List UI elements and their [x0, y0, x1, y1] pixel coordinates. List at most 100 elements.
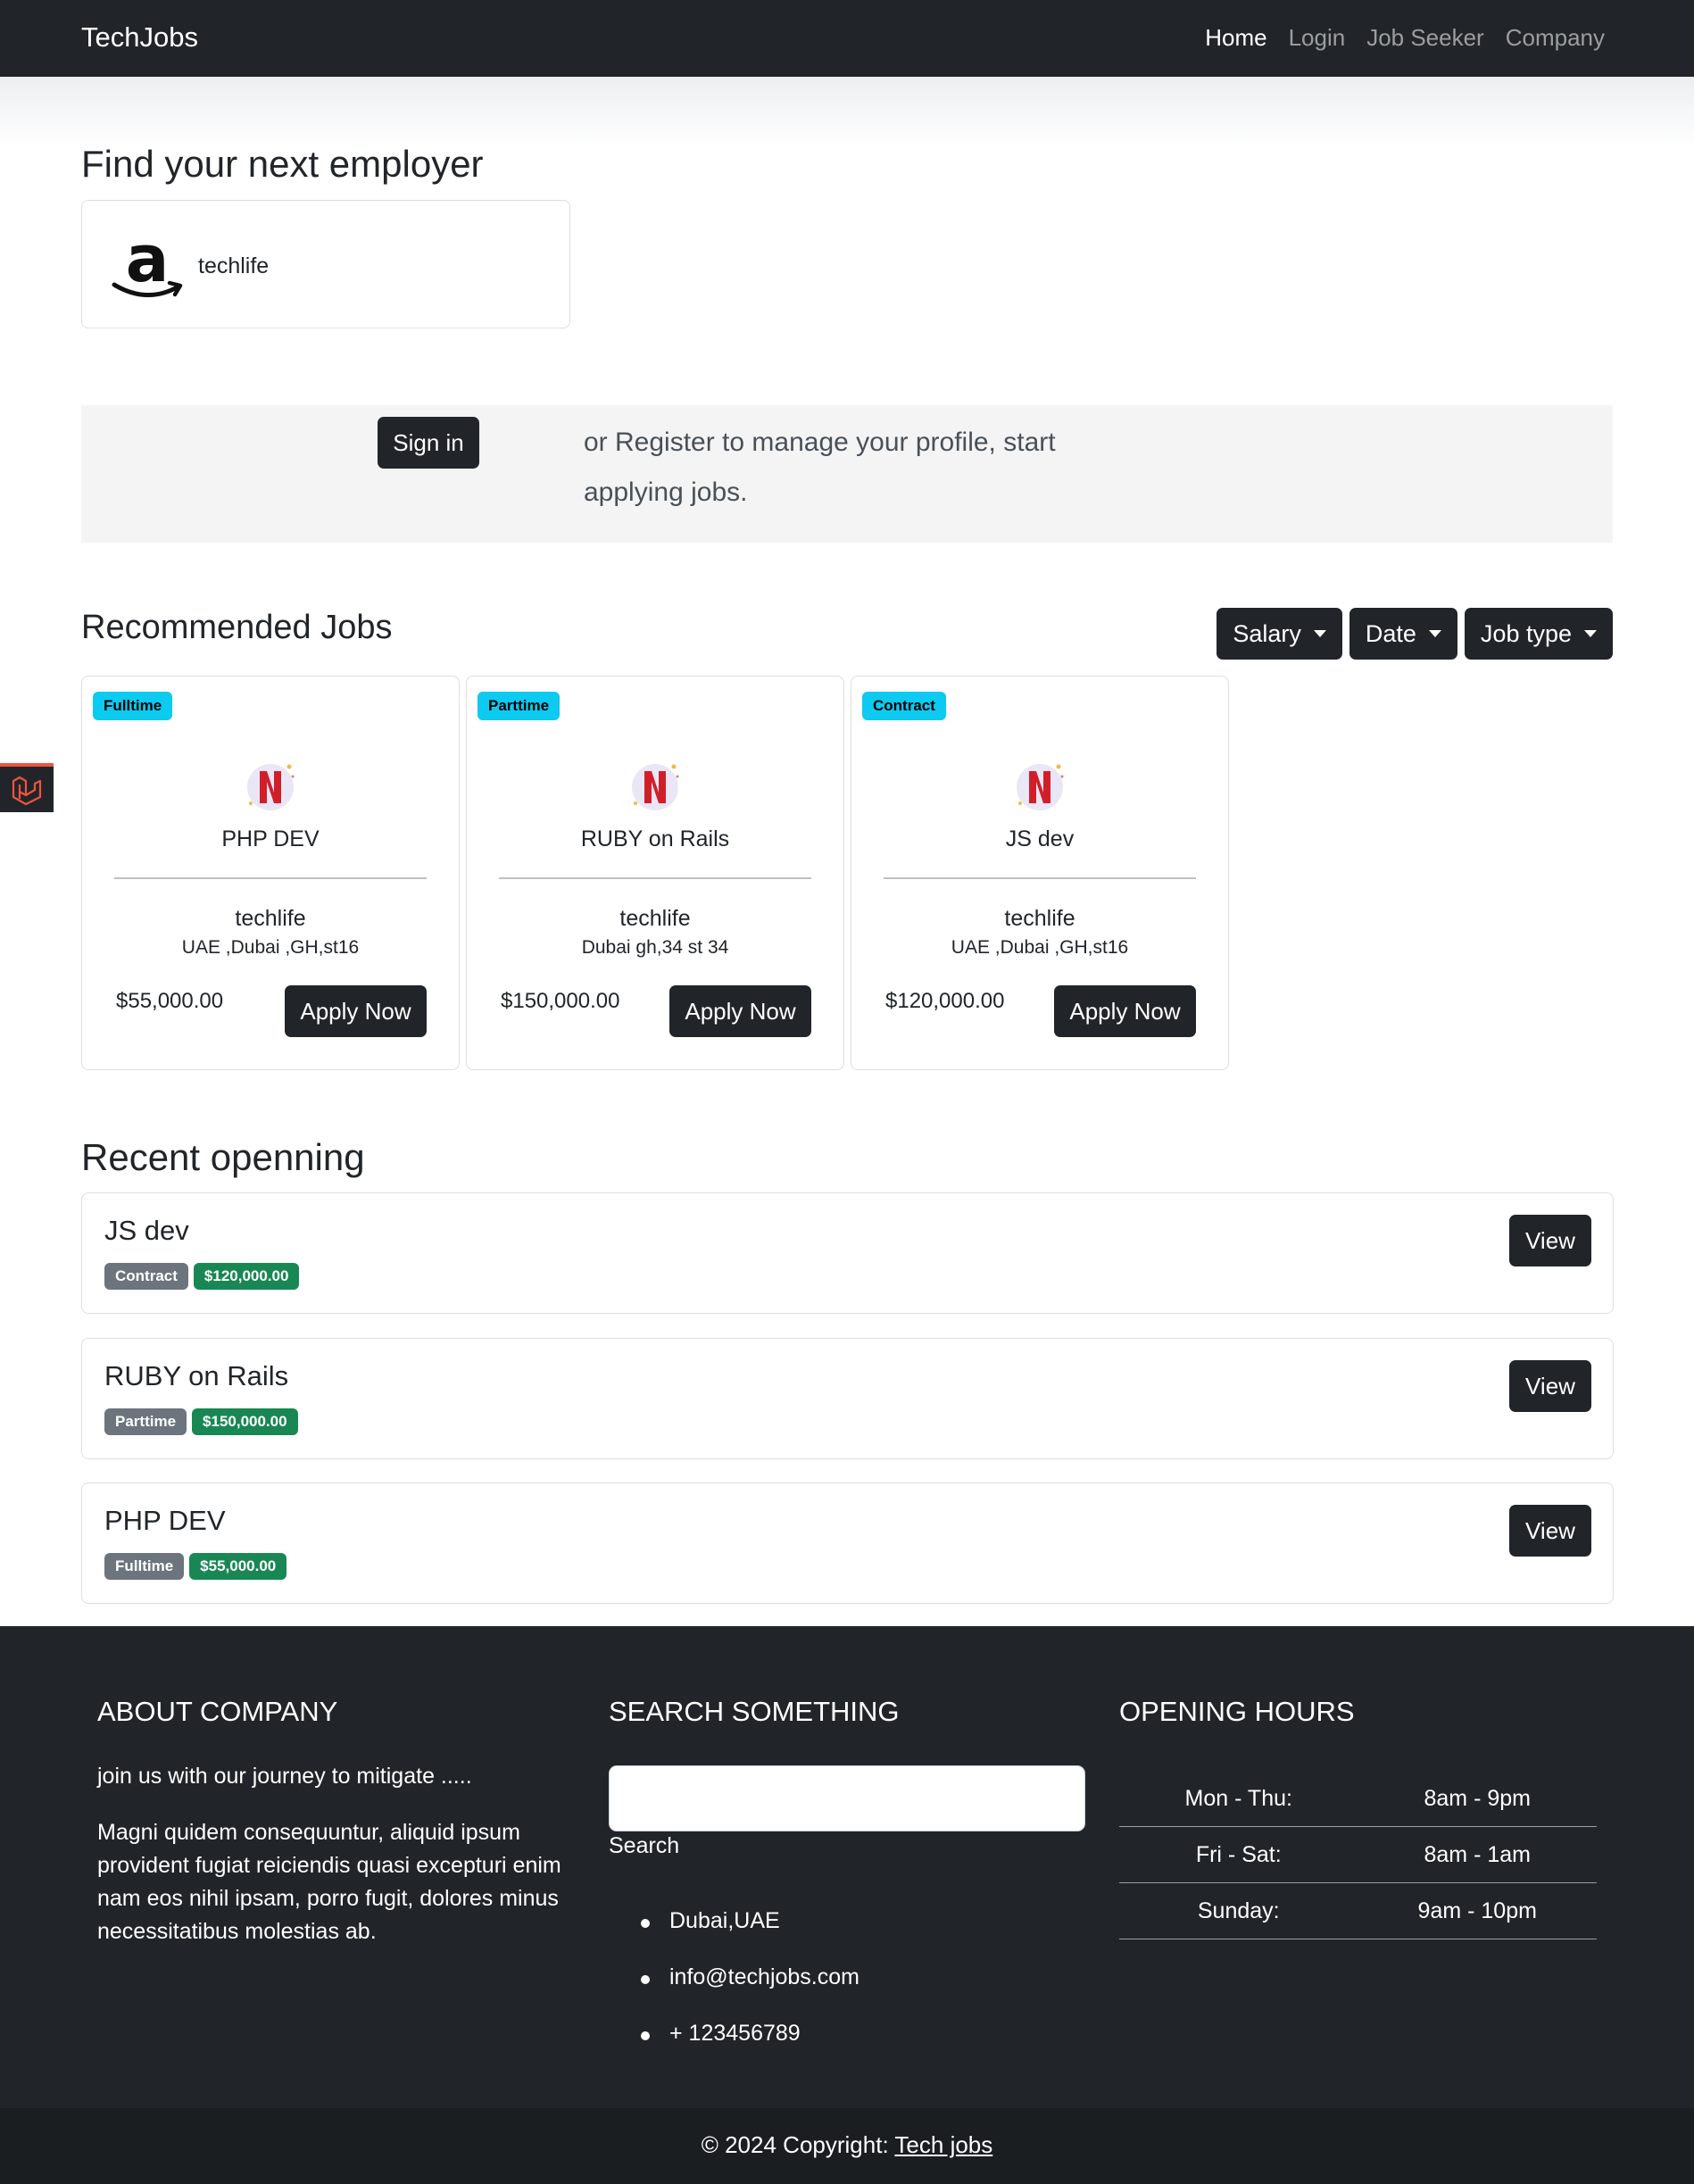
hours-row: Fri - Sat: 8am - 1am — [1119, 1827, 1597, 1883]
caret-down-icon — [1584, 630, 1597, 637]
job-card: Fulltime PHP DEV techlife UAE ,Dubai ,GH… — [81, 676, 460, 1070]
sign-in-button[interactable]: Sign in — [378, 417, 479, 469]
employer-card[interactable]: a techlife — [81, 200, 570, 328]
job-card: Contract JS dev techlife UAE ,Dubai ,GH,… — [851, 676, 1229, 1070]
view-button[interactable]: View — [1509, 1215, 1591, 1266]
hours-row: Sunday: 9am - 10pm — [1119, 1883, 1597, 1939]
job-type-badge: Contract — [862, 692, 946, 720]
job-salary: $120,000.00 — [885, 989, 1005, 1013]
job-card: Parttime RUBY on Rails techlife Dubai gh… — [466, 676, 844, 1070]
about-heading: ABOUT COMPANY — [97, 1696, 338, 1727]
apply-now-button[interactable]: Apply Now — [669, 985, 811, 1037]
contact-phone: + 123456789 — [641, 2021, 859, 2077]
hours-time: 9am - 10pm — [1417, 1898, 1537, 1923]
navbar: TechJobs Home Login Job Seeker Company — [0, 0, 1694, 77]
job-type-badge: Contract — [104, 1263, 188, 1290]
about-tagline: join us with our journey to mitigate ...… — [97, 1764, 472, 1789]
divider — [884, 877, 1196, 879]
opening-hours-table: Mon - Thu: 8am - 9pm Fri - Sat: 8am - 1a… — [1119, 1771, 1597, 1939]
job-location: UAE ,Dubai ,GH,st16 — [181, 937, 360, 958]
recent-opening-row: JS dev Contract $120,000.00 View — [81, 1192, 1614, 1314]
netflix-logo-icon — [632, 764, 679, 810]
salary-badge: $120,000.00 — [193, 1263, 300, 1290]
about-body: Magni quidem consequuntur, aliquid ipsum… — [97, 1820, 561, 1944]
footer: ABOUT COMPANY join us with our journey t… — [0, 1626, 1694, 2108]
opening-badges: Contract $120,000.00 — [104, 1263, 300, 1290]
view-button[interactable]: View — [1509, 1360, 1591, 1412]
company-name: techlife — [235, 906, 306, 931]
recent-opening-row: PHP DEV Fulltime $55,000.00 View — [81, 1482, 1614, 1604]
opening-badges: Parttime $150,000.00 — [104, 1408, 298, 1435]
divider — [499, 877, 811, 879]
brand-logo[interactable]: TechJobs — [81, 21, 198, 54]
contact-email: info@techjobs.com — [641, 1964, 859, 2021]
job-type-badge: Parttime — [104, 1408, 187, 1435]
opening-title: RUBY on Rails — [104, 1360, 289, 1391]
job-salary: $55,000.00 — [116, 989, 224, 1013]
copyright-link[interactable]: Tech jobs — [894, 2131, 992, 2158]
recommended-heading: Recommended Jobs — [81, 609, 393, 646]
hours-day: Fri - Sat: — [1195, 1841, 1282, 1867]
nav-links: Home Login Job Seeker Company — [1183, 24, 1605, 52]
salary-filter-label: Salary — [1233, 619, 1301, 647]
job-type-badge: Fulltime — [104, 1553, 185, 1580]
nav-login[interactable]: Login — [1289, 24, 1346, 52]
contact-address: Dubai,UAE — [641, 1908, 859, 1964]
search-button[interactable]: Search — [609, 1833, 679, 1859]
opening-title: JS dev — [104, 1215, 189, 1246]
apply-now-button[interactable]: Apply Now — [285, 985, 427, 1037]
date-filter-label: Date — [1365, 619, 1416, 647]
navbar-shadow — [0, 77, 1694, 148]
netflix-logo-icon — [247, 764, 295, 810]
company-name: techlife — [619, 906, 691, 931]
opening-title: PHP DEV — [104, 1505, 226, 1536]
contact-list: Dubai,UAE info@techjobs.com + 123456789 — [641, 1908, 859, 2077]
footer-search-input[interactable] — [609, 1765, 1085, 1831]
job-title: RUBY on Rails — [580, 826, 730, 851]
salary-badge: $150,000.00 — [192, 1408, 298, 1435]
netflix-logo-icon — [1017, 764, 1064, 810]
job-type-badge: Parttime — [477, 692, 561, 720]
opening-badges: Fulltime $55,000.00 — [104, 1553, 287, 1580]
hours-row: Mon - Thu: 8am - 9pm — [1119, 1771, 1597, 1827]
copyright-bar: © 2024 Copyright: Tech jobs — [0, 2108, 1694, 2184]
signin-banner: Sign in or Register to manage your profi… — [81, 405, 1613, 543]
hours-time: 8am - 9pm — [1424, 1785, 1531, 1811]
job-title: PHP DEV — [221, 826, 320, 851]
job-salary: $150,000.00 — [501, 989, 620, 1013]
job-location: UAE ,Dubai ,GH,st16 — [951, 937, 1129, 958]
job-title: JS dev — [1005, 826, 1075, 851]
divider — [114, 877, 427, 879]
salary-filter-button[interactable]: Salary — [1217, 608, 1342, 660]
hours-day: Sunday: — [1197, 1898, 1280, 1923]
banner-text: or Register to manage your profile, star… — [584, 428, 1056, 507]
laravel-icon — [12, 776, 42, 806]
filter-bar: Salary Date Job type — [1217, 608, 1613, 660]
company-name: techlife — [1004, 906, 1075, 931]
hours-day: Mon - Thu: — [1184, 1785, 1292, 1811]
nav-home[interactable]: Home — [1205, 24, 1266, 52]
nav-job-seeker[interactable]: Job Seeker — [1366, 24, 1484, 52]
employers-heading: Find your next employer — [81, 143, 484, 185]
svg-text:a: a — [126, 228, 170, 296]
hours-heading: OPENING HOURS — [1119, 1696, 1355, 1727]
hours-time: 8am - 1am — [1424, 1841, 1531, 1867]
job-type-filter-label: Job type — [1480, 619, 1572, 647]
job-type-badge: Fulltime — [93, 692, 173, 720]
recent-opening-row: RUBY on Rails Parttime $150,000.00 View — [81, 1338, 1614, 1459]
date-filter-button[interactable]: Date — [1349, 608, 1457, 660]
salary-badge: $55,000.00 — [189, 1553, 287, 1580]
search-heading: SEARCH SOMETHING — [609, 1696, 900, 1727]
amazon-logo-icon: a — [112, 228, 183, 297]
view-button[interactable]: View — [1509, 1505, 1591, 1557]
employer-name: techlife — [198, 253, 270, 278]
apply-now-button[interactable]: Apply Now — [1054, 985, 1196, 1037]
caret-down-icon — [1428, 630, 1441, 637]
laravel-debugbar-tab[interactable] — [0, 763, 54, 812]
job-type-filter-button[interactable]: Job type — [1464, 608, 1613, 660]
copyright-prefix: © 2024 Copyright: — [701, 2131, 895, 2158]
copyright-text: © 2024 Copyright: Tech jobs — [0, 2131, 1694, 2159]
nav-company[interactable]: Company — [1506, 24, 1605, 52]
caret-down-icon — [1313, 630, 1326, 637]
recent-heading: Recent openning — [81, 1136, 365, 1178]
